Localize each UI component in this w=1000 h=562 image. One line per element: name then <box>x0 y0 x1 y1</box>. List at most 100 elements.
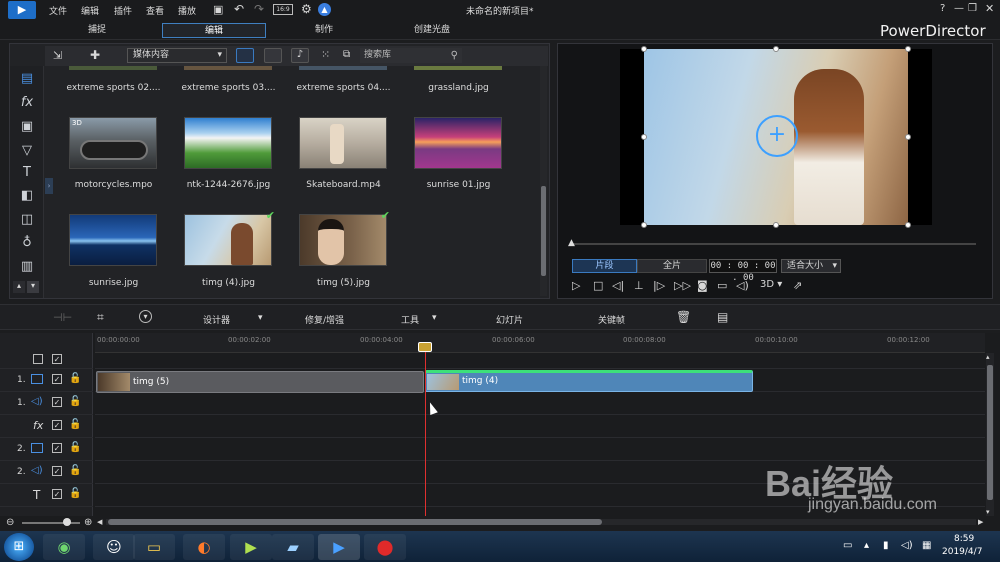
stop-icon[interactable]: □ <box>593 279 603 292</box>
scroll-down-icon[interactable]: ▾ <box>986 508 990 516</box>
zoom-out-icon[interactable]: ⊖ <box>6 517 14 528</box>
resize-handle[interactable] <box>641 222 647 228</box>
media-thumb-timg5[interactable]: ✔ <box>299 209 390 266</box>
trash-icon[interactable]: 🗑 <box>676 310 691 324</box>
audio-mixing-room-icon[interactable]: ◫ <box>18 211 36 229</box>
browser-360-icon[interactable]: ◉ <box>43 534 85 560</box>
playhead-handle[interactable] <box>418 342 432 352</box>
undo-icon[interactable]: ↶ <box>234 2 244 16</box>
pip-room-icon[interactable]: ▣ <box>18 118 36 136</box>
timeline-hscrollbar[interactable] <box>106 519 976 525</box>
settings-gear-icon[interactable]: ⚙ <box>301 2 312 16</box>
resize-handle[interactable] <box>773 46 779 52</box>
subtitle-icon[interactable]: ▭ <box>717 279 727 292</box>
resize-handle[interactable] <box>773 222 779 228</box>
import-media-icon[interactable]: ⇲ <box>53 49 62 62</box>
tray-volume-icon[interactable]: ◁) <box>901 540 913 551</box>
menu-view[interactable]: 查看 <box>146 4 164 17</box>
collapse-up-icon[interactable]: ▴ <box>13 281 25 293</box>
sort-icon[interactable]: ⧉ <box>343 49 350 60</box>
tray-device-icon[interactable]: ▮ <box>883 540 889 551</box>
tray-network-icon[interactable]: ▦ <box>922 540 931 551</box>
undock-icon[interactable]: ⇗ <box>793 279 802 292</box>
collapse-down-icon[interactable]: ▾ <box>27 281 39 293</box>
tray-arrow-icon[interactable]: ▴ <box>864 540 869 551</box>
clock-time[interactable]: 8:59 <box>954 534 974 544</box>
tab-produce[interactable]: 制作 <box>272 23 376 38</box>
media-thumb-motorcycles[interactable]: 3D <box>69 117 157 169</box>
menu-edit[interactable]: 编辑 <box>81 4 99 17</box>
snapshot-icon[interactable]: ◙ <box>697 279 708 292</box>
filter-audio-icon[interactable]: ♪ <box>291 48 309 63</box>
timeline-clip-timg4[interactable]: timg (4) <box>425 370 753 392</box>
tab-edit[interactable]: 编辑 <box>162 23 266 38</box>
scroll-up-icon[interactable]: ▴ <box>986 353 990 361</box>
qq-icon[interactable]: ☺ <box>93 534 135 560</box>
effects-room-icon[interactable]: fx <box>18 94 36 112</box>
move-center-icon[interactable]: + <box>756 115 798 157</box>
play-icon[interactable]: ▷ <box>572 279 580 292</box>
chevron-down-icon[interactable]: ▾ <box>432 313 437 323</box>
notes-app-icon[interactable]: ▰ <box>272 534 314 560</box>
filter-video-icon[interactable] <box>236 48 254 63</box>
media-room-icon[interactable]: ▤ <box>18 70 36 88</box>
resize-handle[interactable] <box>905 46 911 52</box>
timeline-clip-timg5[interactable]: timg (5) <box>96 371 424 393</box>
track-enable-checkbox[interactable]: ✓ <box>52 374 62 384</box>
media-thumb-timg4[interactable]: ✔ <box>184 209 275 266</box>
voice-over-room-icon[interactable]: ♁ <box>18 234 36 252</box>
resize-handle[interactable] <box>905 222 911 228</box>
start-button[interactable]: ⊞ <box>4 533 34 561</box>
aspect-ratio-icon[interactable]: 16:9 <box>273 4 293 15</box>
filter-image-icon[interactable] <box>264 48 282 63</box>
menu-plugins[interactable]: 插件 <box>114 4 132 17</box>
media-thumb-sunrise01[interactable] <box>414 117 502 169</box>
save-icon[interactable]: ▣ <box>213 3 223 16</box>
media-thumb[interactable] <box>414 66 502 70</box>
file-explorer-icon[interactable]: ▭ <box>133 534 175 560</box>
scroll-left-icon[interactable]: ◀ <box>97 518 102 526</box>
track-toggle-box[interactable] <box>33 354 43 364</box>
fast-forward-icon[interactable]: ▷▷ <box>674 279 691 292</box>
zoom-in-icon[interactable]: ⊕ <box>84 517 92 528</box>
transition-room-icon[interactable]: ◧ <box>18 187 36 205</box>
lock-icon[interactable]: 🔓 <box>69 396 81 407</box>
grid-view-icon[interactable]: ⁙ <box>321 48 330 61</box>
media-thumb-landscape[interactable] <box>184 117 272 169</box>
tab-capture[interactable]: 捕捉 <box>45 23 149 38</box>
track-enable-checkbox[interactable]: ✓ <box>52 466 62 476</box>
media-content-dropdown[interactable]: 媒体内容 ▾ <box>127 48 227 63</box>
lock-icon[interactable]: 🔓 <box>69 442 81 453</box>
lock-icon[interactable]: 🔓 <box>69 488 81 499</box>
chapter-room-icon[interactable]: ▥ <box>18 258 36 276</box>
media-app-icon[interactable]: ▶ <box>230 534 272 560</box>
scroll-right-icon[interactable]: ▶ <box>978 518 983 526</box>
restore-icon[interactable]: ❐ <box>968 3 977 14</box>
volume-icon[interactable]: ◁) <box>736 279 749 292</box>
media-thumb[interactable] <box>299 66 387 70</box>
clock-date[interactable]: 2019/4/7 <box>942 547 982 557</box>
tab-create-disc[interactable]: 创建光盘 <box>380 23 484 38</box>
timecode-display[interactable]: 00 : 00 : 00 . 00 <box>709 259 777 283</box>
movie-mode-button[interactable]: 全片 <box>637 259 707 273</box>
fix-enhance-menu[interactable]: 修复/增强 <box>305 313 344 326</box>
media-thumb[interactable] <box>184 66 272 70</box>
designer-menu[interactable]: 设计器 <box>203 313 230 326</box>
chevron-down-icon[interactable]: ▾ <box>258 313 263 323</box>
firefox-icon[interactable]: ◐ <box>183 534 225 560</box>
lock-icon[interactable]: 🔓 <box>69 373 81 384</box>
zoom-dropdown[interactable]: 适合大小 ▾ <box>781 259 841 273</box>
playhead-line[interactable] <box>425 352 426 518</box>
scrollbar-thumb[interactable] <box>108 519 602 525</box>
scrubber-marker-icon[interactable]: ▲ <box>568 238 575 248</box>
clip-mode-button[interactable]: 片段 <box>572 259 637 273</box>
redo-icon[interactable]: ↷ <box>254 2 264 16</box>
lock-icon[interactable]: 🔓 <box>69 465 81 476</box>
crop-icon[interactable]: ⌗ <box>97 310 104 325</box>
powerdirector-task-icon[interactable]: ▶ <box>318 534 360 560</box>
plugin-icon[interactable]: ✚ <box>90 48 100 62</box>
minimize-icon[interactable]: — <box>954 3 964 14</box>
title-room-icon[interactable]: T <box>18 164 36 182</box>
preview-scrubber[interactable] <box>572 243 976 245</box>
split-icon[interactable]: ⊥ <box>634 279 644 292</box>
